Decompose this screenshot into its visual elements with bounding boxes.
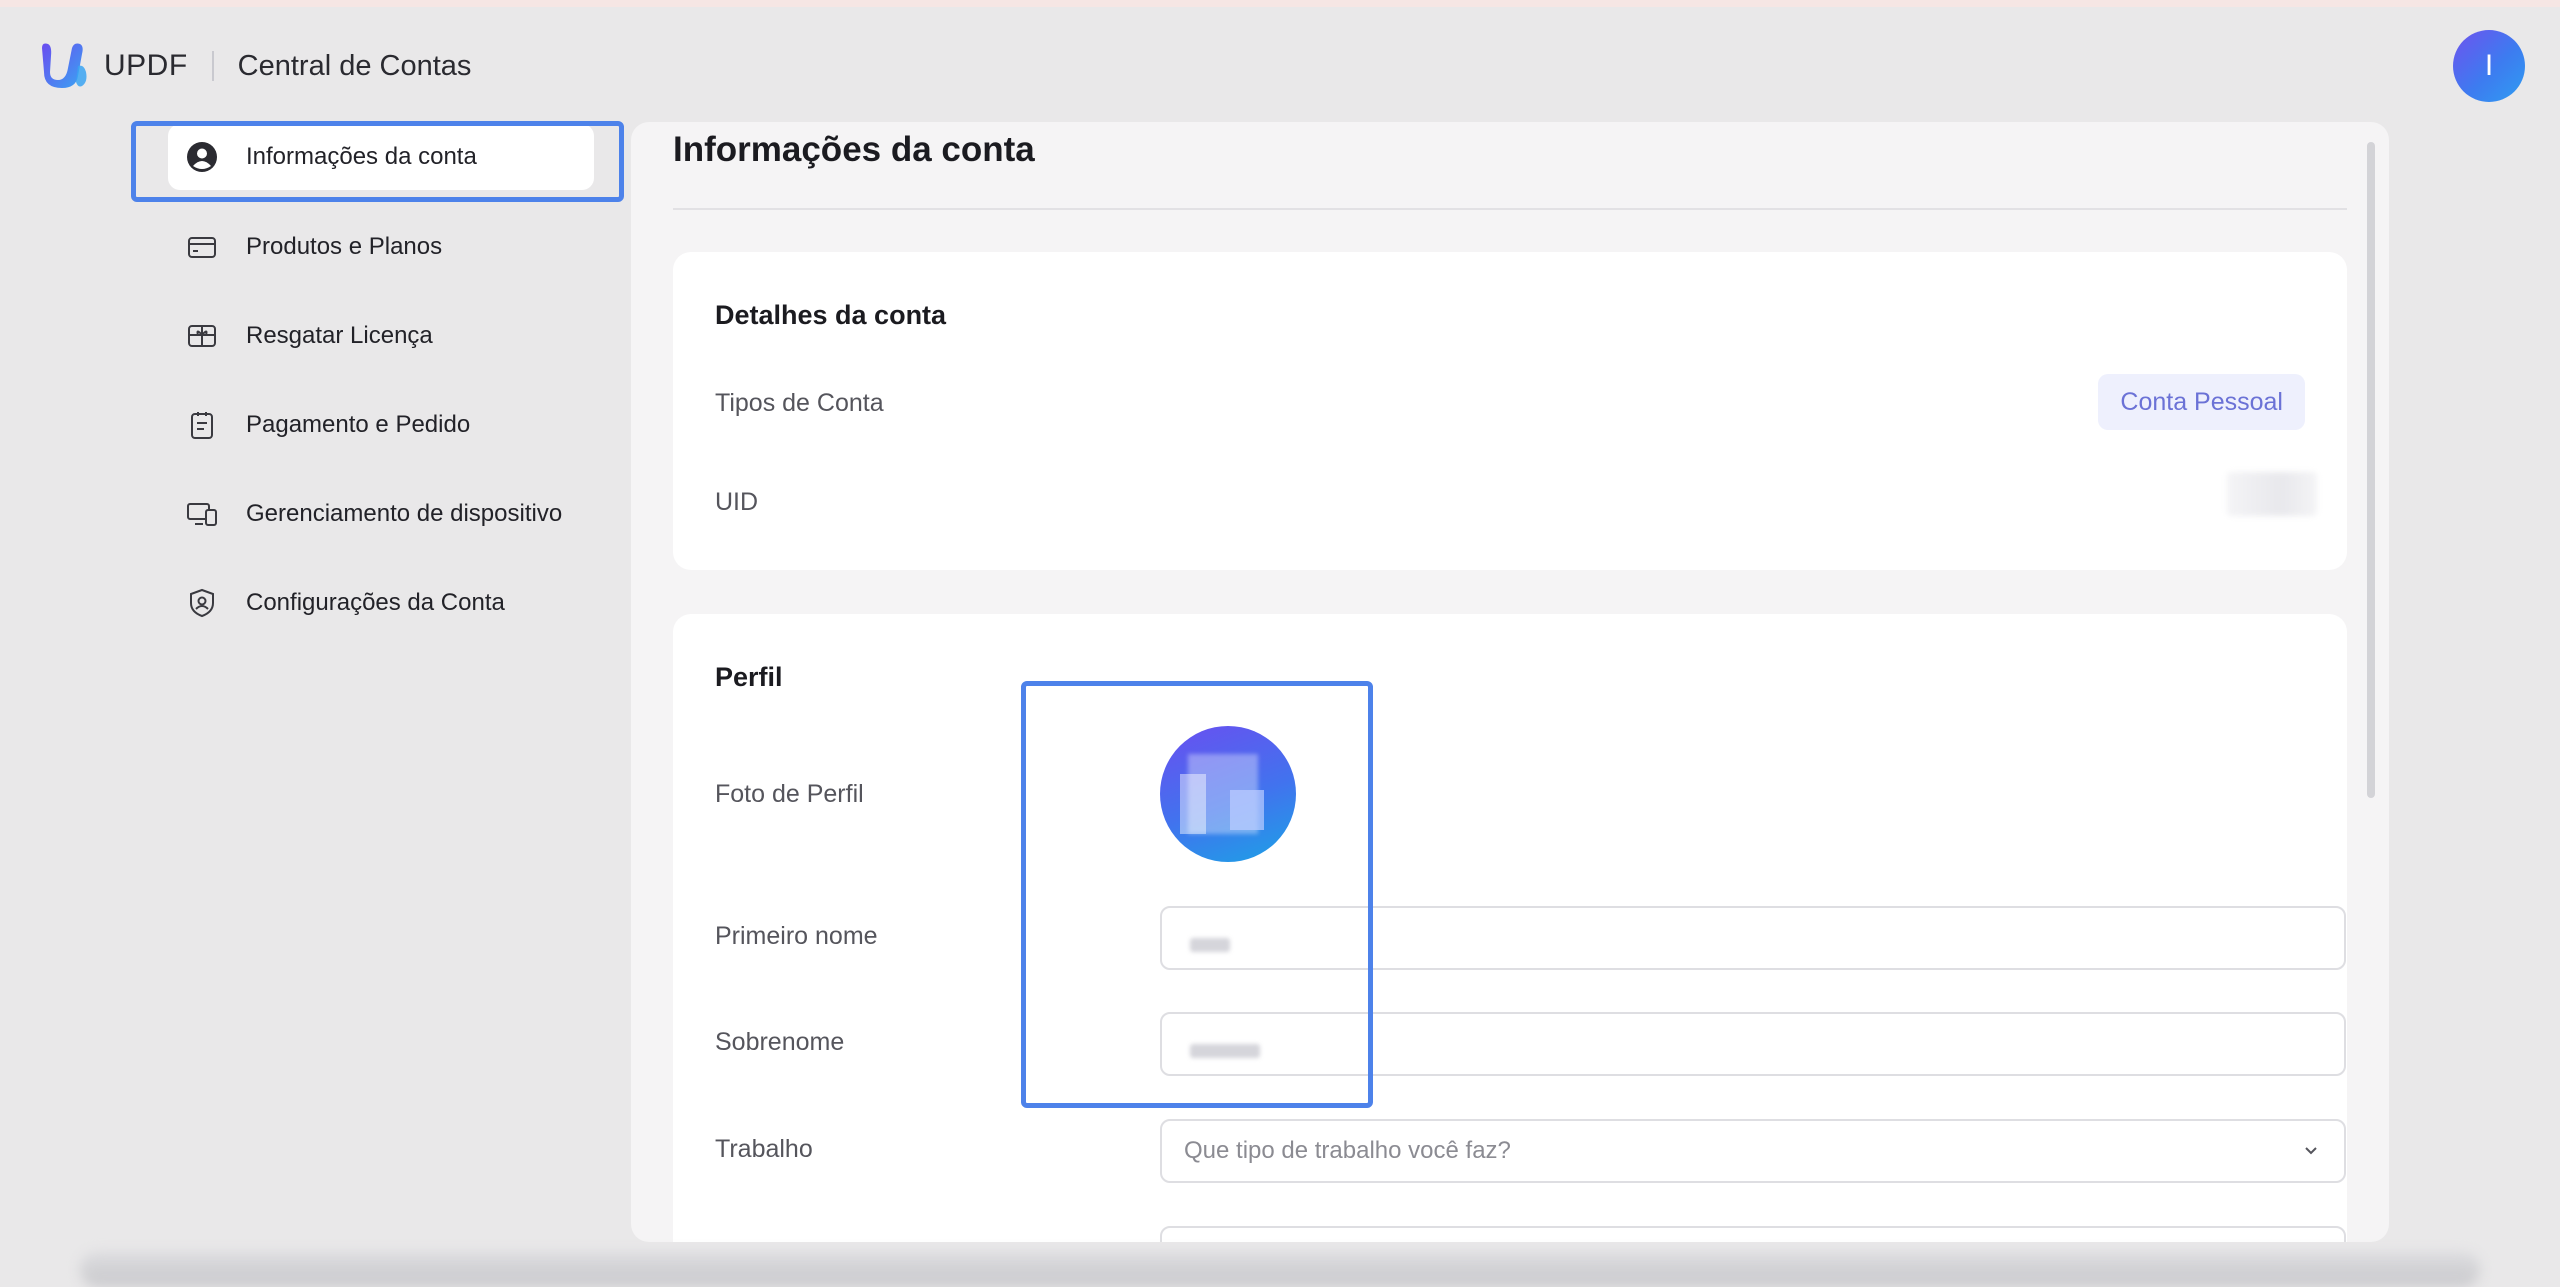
window-bottom-shadow <box>80 1252 2480 1287</box>
credit-card-icon <box>184 229 220 265</box>
next-field[interactable] <box>1160 1226 2346 1242</box>
sidebar-item-payment-order[interactable]: Pagamento e Pedido <box>168 392 594 458</box>
main-panel: Informações da conta Detalhes da conta T… <box>631 122 2389 1242</box>
scrollbar[interactable] <box>2367 142 2375 1222</box>
sidebar-item-device-management[interactable]: Gerenciamento de dispositivo <box>168 481 594 547</box>
work-label: Trabalho <box>715 1135 813 1163</box>
brand-divider <box>211 51 214 81</box>
sidebar-item-label: Pagamento e Pedido <box>246 411 471 438</box>
sidebar-item-label: Gerenciamento de dispositivo <box>246 500 563 527</box>
shield-user-icon <box>184 585 220 621</box>
sidebar-item-products-plans[interactable]: Produtos e Planos <box>168 214 594 280</box>
user-avatar[interactable]: I <box>2453 30 2525 102</box>
uid-label: UID <box>715 488 759 516</box>
highlight-box-sidebar <box>131 121 624 202</box>
sidebar-item-account-settings[interactable]: Configurações da Conta <box>168 570 594 636</box>
sidebar-item-label: Configurações da Conta <box>246 589 505 616</box>
scrollbar-thumb[interactable] <box>2367 142 2375 798</box>
photo-label: Foto de Perfil <box>715 780 864 808</box>
top-edge <box>0 0 2560 7</box>
sidebar-item-redeem-license[interactable]: Resgatar Licença <box>168 303 594 369</box>
account-type-badge: Conta Pessoal <box>2098 374 2305 430</box>
last-name-label: Sobrenome <box>715 1028 845 1056</box>
profile-title: Perfil <box>715 662 783 692</box>
account-details-card: Detalhes da conta Tipos de Conta Conta P… <box>673 252 2347 570</box>
account-details-title: Detalhes da conta <box>715 300 947 330</box>
first-name-label: Primeiro nome <box>715 922 878 950</box>
updf-logo-icon <box>42 43 87 88</box>
work-select[interactable]: Que tipo de trabalho você faz? <box>1160 1119 2346 1183</box>
uid-value-redacted <box>2227 472 2317 516</box>
page-title: Central de Contas <box>237 49 472 82</box>
clipboard-icon <box>184 407 220 443</box>
work-placeholder: Que tipo de trabalho você faz? <box>1184 1137 1511 1164</box>
highlight-box-profile <box>1021 681 1373 1108</box>
sidebar-item-label: Resgatar Licença <box>246 322 433 349</box>
chevron-down-icon <box>2305 1147 2317 1155</box>
title-divider <box>673 208 2347 210</box>
profile-card: Perfil Foto de Perfil Primeiro nome Sobr… <box>673 614 2347 1242</box>
sidebar-item-label: Produtos e Planos <box>246 233 443 260</box>
gift-icon <box>184 318 220 354</box>
brand: UPDF Central de Contas <box>38 40 471 92</box>
main-title: Informações da conta <box>673 130 1035 169</box>
devices-icon <box>184 496 220 532</box>
account-type-label: Tipos de Conta <box>715 389 884 417</box>
brand-name: UPDF <box>104 49 188 82</box>
